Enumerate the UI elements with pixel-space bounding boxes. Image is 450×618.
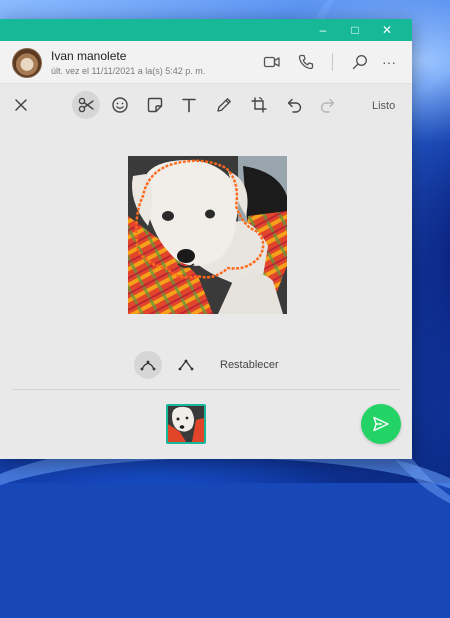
maximize-button[interactable]: □	[340, 19, 370, 41]
media-thumbnail[interactable]	[166, 404, 206, 444]
cutout-tools: Restablecer	[0, 349, 412, 389]
header-divider	[332, 53, 333, 71]
chat-header: Ivan manolete últ. vez el 11/11/2021 a l…	[0, 41, 412, 84]
pencil-icon[interactable]	[211, 92, 237, 118]
done-button[interactable]: Listo	[372, 100, 395, 112]
minimize-button[interactable]: –	[308, 19, 338, 41]
more-options-icon[interactable]: ···	[379, 52, 399, 72]
close-icon[interactable]	[8, 92, 34, 118]
edited-photo[interactable]	[128, 156, 287, 314]
text-icon[interactable]	[176, 92, 202, 118]
reset-button[interactable]: Restablecer	[220, 359, 279, 371]
image-canvas	[0, 127, 412, 357]
search-icon[interactable]	[350, 52, 370, 72]
whatsapp-window: – □ ✕ Ivan manolete últ. vez el 11/11/20…	[0, 19, 412, 459]
window-titlebar[interactable]: – □ ✕	[0, 19, 412, 41]
redo-icon[interactable]	[315, 92, 341, 118]
crop-rotate-icon[interactable]	[246, 92, 272, 118]
send-button[interactable]	[361, 404, 401, 444]
contact-name[interactable]: Ivan manolete	[51, 49, 126, 63]
video-call-icon[interactable]	[262, 52, 282, 72]
close-window-button[interactable]: ✕	[372, 19, 402, 41]
freeform-lasso-icon[interactable]	[134, 351, 162, 379]
scissors-icon[interactable]	[72, 91, 100, 119]
last-seen-status: últ. vez el 11/11/2021 a la(s) 5:42 p. m…	[51, 66, 206, 76]
voice-call-icon[interactable]	[296, 52, 316, 72]
emoji-icon[interactable]	[107, 92, 133, 118]
polygon-lasso-icon[interactable]	[172, 351, 200, 379]
bottom-divider	[12, 389, 400, 390]
editor-toolbar: Listo	[0, 83, 412, 127]
send-icon	[373, 416, 389, 432]
undo-icon[interactable]	[281, 92, 307, 118]
sticker-icon[interactable]	[142, 92, 168, 118]
avatar[interactable]	[12, 48, 42, 78]
